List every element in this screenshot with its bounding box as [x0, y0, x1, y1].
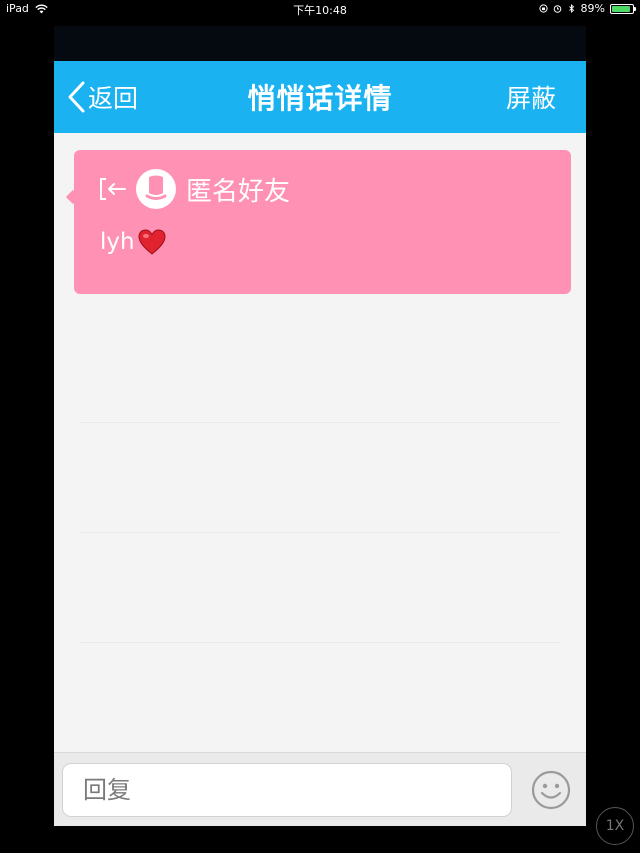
navigation-bar: 返回 悄悄话详情 屏蔽 [54, 61, 586, 133]
battery-level [612, 5, 630, 12]
block-button[interactable]: 屏蔽 [506, 61, 556, 133]
alarm-icon [553, 5, 561, 13]
reply-input[interactable] [62, 763, 512, 817]
avatar [136, 169, 176, 209]
heart-icon [138, 229, 166, 255]
app-window: 返回 悄悄话详情 屏蔽 匿名好友 lyh [54, 26, 586, 826]
status-right: 89% [538, 2, 636, 15]
bluetooth-icon [568, 4, 574, 13]
orientation-lock-icon [538, 4, 548, 13]
sender-name: 匿名好友 [186, 176, 291, 207]
app-top-strip [54, 26, 586, 61]
reply-bar [54, 752, 586, 826]
message-body: lyh [100, 228, 167, 256]
battery-icon [610, 3, 636, 14]
smiley-icon[interactable] [530, 769, 572, 811]
list-divider [80, 532, 560, 533]
list-divider [80, 642, 560, 643]
avatar-icon [145, 175, 167, 200]
message-header: 匿名好友 [98, 169, 290, 209]
battery-percent: 89% [580, 2, 605, 15]
speed-badge[interactable]: 1X [596, 807, 634, 845]
message-card[interactable]: 匿名好友 lyh [74, 150, 571, 294]
list-divider [80, 422, 560, 423]
exit-icon [100, 178, 126, 200]
status-bar: iPad 下午10:48 89% [0, 0, 640, 18]
message-text: lyh [100, 229, 135, 255]
